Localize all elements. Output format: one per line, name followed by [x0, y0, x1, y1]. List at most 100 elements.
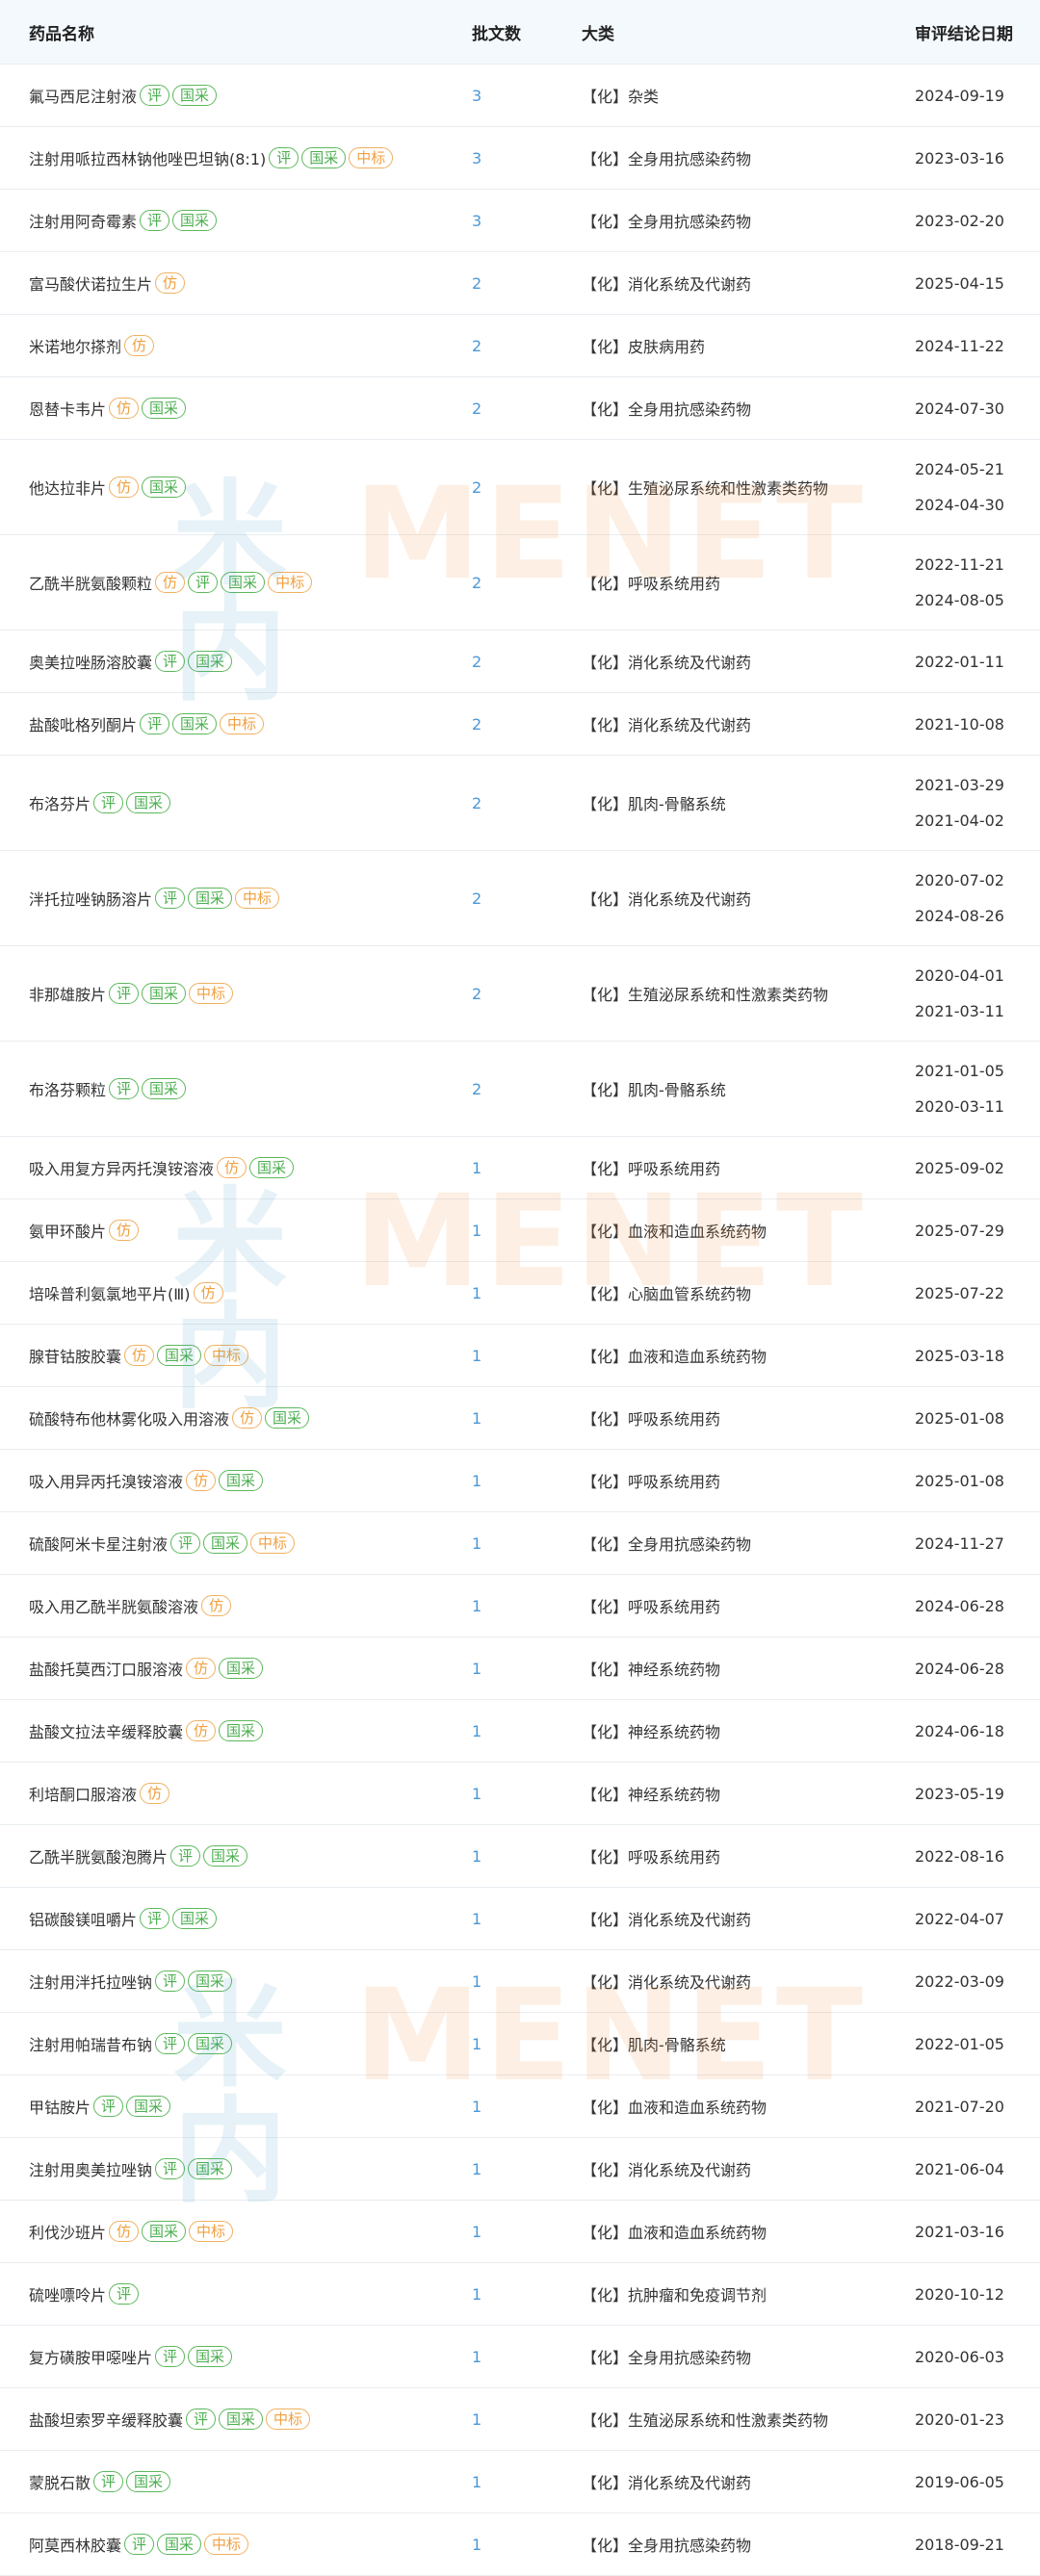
drug-name[interactable]: 盐酸吡格列酮片评国采 中标 — [29, 712, 265, 735]
approval-count[interactable]: 1 — [472, 2013, 481, 2074]
drug-name-text[interactable]: 注射用泮托拉唑钠 — [29, 1970, 152, 1993]
approval-count[interactable]: 1 — [472, 2201, 481, 2262]
approval-count[interactable]: 1 — [472, 1512, 481, 1574]
drug-name-text[interactable]: 盐酸文拉法辛缓释胶囊 — [29, 1719, 183, 1742]
approval-count[interactable]: 2 — [472, 631, 481, 692]
table-row[interactable]: 恩替卡韦片仿国采 2 【化】全身用抗感染药物 2024-07-30 — [0, 377, 1040, 440]
approval-count[interactable]: 2 — [472, 535, 481, 630]
drug-name-text[interactable]: 甲钴胺片 — [29, 2095, 91, 2118]
table-row[interactable]: 奥美拉唑肠溶胶囊评国采 2 【化】消化系统及代谢药 2022-01-11 — [0, 631, 1040, 693]
approval-count[interactable]: 1 — [472, 1888, 481, 1949]
table-row[interactable]: 注射用奥美拉唑钠评国采 1 【化】消化系统及代谢药 2021-06-04 — [0, 2138, 1040, 2201]
approval-count[interactable]: 1 — [472, 2263, 481, 2325]
drug-name-text[interactable]: 奥美拉唑肠溶胶囊 — [29, 650, 152, 673]
drug-name[interactable]: 泮托拉唑钠肠溶片评国采 中标 — [29, 887, 280, 910]
drug-name-text[interactable]: 注射用阿奇霉素 — [29, 209, 137, 232]
drug-name-text[interactable]: 腺苷钴胺胶囊 — [29, 1344, 121, 1367]
drug-name-text[interactable]: 恩替卡韦片 — [29, 397, 106, 420]
approval-count[interactable]: 1 — [472, 1950, 481, 2012]
drug-name-text[interactable]: 非那雄胺片 — [29, 982, 106, 1005]
table-row[interactable]: 盐酸坦索罗辛缓释胶囊评国采 中标 1 【化】生殖泌尿系统和性激素类药物 2020-01-… — [0, 2388, 1040, 2451]
drug-name[interactable]: 他达拉非片仿国采 — [29, 476, 187, 499]
drug-name-text[interactable]: 盐酸托莫西汀口服溶液 — [29, 1657, 183, 1680]
drug-name[interactable]: 硫酸阿米卡星注射液评国采 中标 — [29, 1532, 296, 1555]
table-row[interactable]: 硫酸阿米卡星注射液评国采 中标 1 【化】全身用抗感染药物 2024-11-27 — [0, 1512, 1040, 1575]
table-row[interactable]: 注射用泮托拉唑钠评国采 1 【化】消化系统及代谢药 2022-03-09 — [0, 1950, 1040, 2013]
table-row[interactable]: 培哚普利氨氯地平片(Ⅲ) 仿 1 【化】心脑血管系统药物 2025-07-22 — [0, 1262, 1040, 1325]
table-row[interactable]: 盐酸文拉法辛缓释胶囊仿国采 1 【化】神经系统药物 2024-06-18 — [0, 1700, 1040, 1763]
table-row[interactable]: 吸入用复方异丙托溴铵溶液仿国采 1 【化】呼吸系统用药 2025-09-02 — [0, 1137, 1040, 1199]
table-row[interactable]: 复方磺胺甲噁唑片评国采 1 【化】全身用抗感染药物 2020-06-03 — [0, 2326, 1040, 2388]
drug-name[interactable]: 注射用哌拉西林钠他唑巴坦钠(8:1) 评国采 中标 — [29, 146, 394, 169]
approval-count[interactable]: 1 — [472, 1575, 481, 1636]
drug-name[interactable]: 吸入用乙酰半胱氨酸溶液仿 — [29, 1594, 232, 1617]
header-approval-count[interactable]: 批文数 — [472, 20, 521, 44]
drug-name[interactable]: 铝碳酸镁咀嚼片评国采 — [29, 1907, 218, 1930]
drug-name-text[interactable]: 盐酸坦索罗辛缓释胶囊 — [29, 2408, 183, 2431]
drug-name[interactable]: 盐酸文拉法辛缓释胶囊仿国采 — [29, 1719, 264, 1742]
drug-name-text[interactable]: 布洛芬颗粒 — [29, 1077, 106, 1100]
table-row[interactable]: 米诺地尔搽剂仿 2 【化】皮肤病用药 2024-11-22 — [0, 315, 1040, 377]
drug-name[interactable]: 恩替卡韦片仿国采 — [29, 397, 187, 420]
drug-name-text[interactable]: 硫唑嘌呤片 — [29, 2282, 106, 2306]
drug-name[interactable]: 硫唑嘌呤片评 — [29, 2282, 140, 2306]
drug-name[interactable]: 利培酮口服溶液仿 — [29, 1782, 170, 1805]
drug-name[interactable]: 硫酸特布他林雾化吸入用溶液仿国采 — [29, 1406, 310, 1430]
drug-name[interactable]: 注射用泮托拉唑钠评国采 — [29, 1970, 233, 1993]
approval-count[interactable]: 1 — [472, 1700, 481, 1762]
drug-name[interactable]: 蒙脱石散评国采 — [29, 2470, 171, 2493]
drug-name-text[interactable]: 注射用帕瑞昔布钠 — [29, 2032, 152, 2055]
header-category[interactable]: 大类 — [582, 20, 614, 44]
header-review-date[interactable]: 审评结论日期 — [915, 20, 1013, 44]
approval-count[interactable]: 3 — [472, 64, 481, 126]
drug-name[interactable]: 乙酰半胱氨酸颗粒仿评国采 中标 — [29, 571, 313, 594]
approval-count[interactable]: 3 — [472, 127, 481, 189]
table-row[interactable]: 富马酸伏诺拉生片仿 2 【化】消化系统及代谢药 2025-04-15 — [0, 252, 1040, 315]
table-row[interactable]: 氟马西尼注射液评国采 3 【化】杂类 2024-09-19 — [0, 64, 1040, 127]
drug-name[interactable]: 腺苷钴胺胶囊仿国采 中标 — [29, 1344, 249, 1367]
drug-name[interactable]: 氟马西尼注射液评国采 — [29, 84, 218, 107]
drug-name-text[interactable]: 乙酰半胱氨酸泡腾片 — [29, 1844, 168, 1868]
approval-count[interactable]: 2 — [472, 377, 481, 439]
approval-count[interactable]: 2 — [472, 756, 481, 850]
drug-name-text[interactable]: 泮托拉唑钠肠溶片 — [29, 887, 152, 910]
drug-name[interactable]: 吸入用复方异丙托溴铵溶液仿国采 — [29, 1156, 295, 1179]
table-row[interactable]: 腺苷钴胺胶囊仿国采 中标 1 【化】血液和造血系统药物 2025-03-18 — [0, 1325, 1040, 1387]
header-drug-name[interactable]: 药品名称 — [29, 20, 94, 44]
table-row[interactable]: 泮托拉唑钠肠溶片评国采 中标 2 【化】消化系统及代谢药 2020-07-02 2024-… — [0, 851, 1040, 946]
table-row[interactable]: 利培酮口服溶液仿 1 【化】神经系统药物 2023-05-19 — [0, 1763, 1040, 1825]
table-row[interactable]: 乙酰半胱氨酸泡腾片评国采 1 【化】呼吸系统用药 2022-08-16 — [0, 1825, 1040, 1888]
approval-count[interactable]: 1 — [472, 2138, 481, 2200]
drug-name-text[interactable]: 复方磺胺甲噁唑片 — [29, 2345, 152, 2368]
drug-name-text[interactable]: 富马酸伏诺拉生片 — [29, 271, 152, 295]
approval-count[interactable]: 2 — [472, 693, 481, 755]
approval-count[interactable]: 1 — [472, 1825, 481, 1887]
drug-name-text[interactable]: 他达拉非片 — [29, 476, 106, 499]
table-row[interactable]: 盐酸托莫西汀口服溶液仿国采 1 【化】神经系统药物 2024-06-28 — [0, 1637, 1040, 1700]
drug-name[interactable]: 复方磺胺甲噁唑片评国采 — [29, 2345, 233, 2368]
drug-name[interactable]: 注射用帕瑞昔布钠评国采 — [29, 2032, 233, 2055]
drug-name-text[interactable]: 氟马西尼注射液 — [29, 84, 137, 107]
table-row[interactable]: 吸入用乙酰半胱氨酸溶液仿 1 【化】呼吸系统用药 2024-06-28 — [0, 1575, 1040, 1637]
drug-name-text[interactable]: 蒙脱石散 — [29, 2470, 91, 2493]
drug-name[interactable]: 氨甲环酸片仿 — [29, 1219, 140, 1242]
drug-name[interactable]: 盐酸托莫西汀口服溶液仿国采 — [29, 1657, 264, 1680]
table-row[interactable]: 吸入用异丙托溴铵溶液仿国采 1 【化】呼吸系统用药 2025-01-08 — [0, 1450, 1040, 1512]
drug-name-text[interactable]: 利伐沙班片 — [29, 2220, 106, 2243]
table-row[interactable]: 乙酰半胱氨酸颗粒仿评国采 中标 2 【化】呼吸系统用药 2022-11-21 2024-0… — [0, 535, 1040, 631]
drug-name-text[interactable]: 盐酸吡格列酮片 — [29, 712, 137, 735]
table-row[interactable]: 硫酸特布他林雾化吸入用溶液仿国采 1 【化】呼吸系统用药 2025-01-08 — [0, 1387, 1040, 1450]
approval-count[interactable]: 1 — [472, 2388, 481, 2450]
table-row[interactable]: 盐酸吡格列酮片评国采 中标 2 【化】消化系统及代谢药 2021-10-08 — [0, 693, 1040, 756]
drug-name[interactable]: 吸入用异丙托溴铵溶液仿国采 — [29, 1469, 264, 1492]
drug-name-text[interactable]: 注射用哌拉西林钠他唑巴坦钠(8:1) — [29, 146, 266, 169]
drug-name[interactable]: 培哚普利氨氯地平片(Ⅲ) 仿 — [29, 1281, 223, 1304]
approval-count[interactable]: 1 — [472, 1450, 481, 1511]
approval-count[interactable]: 2 — [472, 1042, 481, 1136]
table-row[interactable]: 阿莫西林胶囊评国采 中标 1 【化】全身用抗感染药物 2018-09-21 — [0, 2513, 1040, 2576]
approval-count[interactable]: 3 — [472, 190, 481, 251]
table-row[interactable]: 铝碳酸镁咀嚼片评国采 1 【化】消化系统及代谢药 2022-04-07 — [0, 1888, 1040, 1950]
table-row[interactable]: 布洛芬片评国采 2 【化】肌肉-骨骼系统 2021-03-29 2021-04-02 — [0, 756, 1040, 851]
approval-count[interactable]: 1 — [472, 2513, 481, 2575]
drug-name[interactable]: 奥美拉唑肠溶胶囊评国采 — [29, 650, 233, 673]
